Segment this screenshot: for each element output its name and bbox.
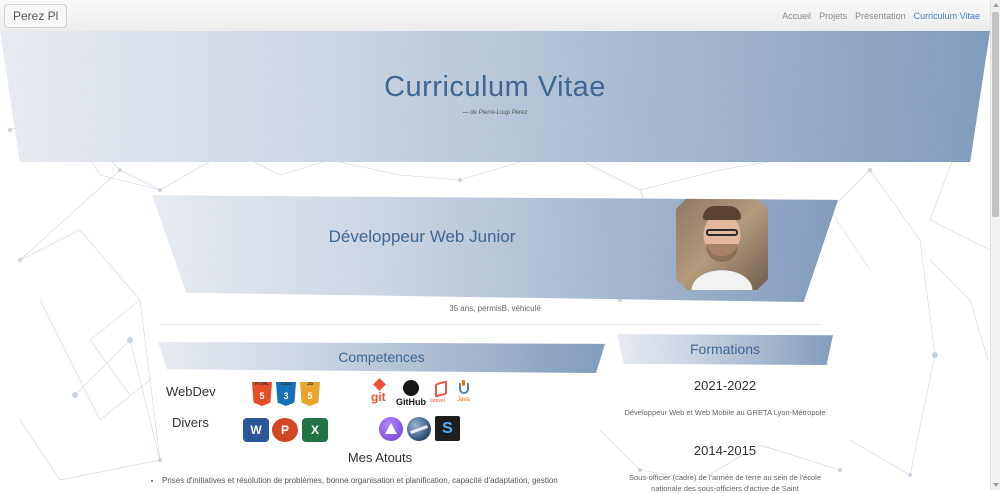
html5-icon: HTML 5: [252, 382, 272, 406]
formation-description: Sous-officier (cadre) de l'armée de terr…: [629, 473, 821, 493]
laravel-icon-text: laravel: [430, 398, 445, 404]
word-icon-text: W: [250, 423, 262, 437]
nav-link-presentation[interactable]: Présentation: [855, 11, 906, 21]
css3-icon-tag: CSS: [280, 381, 292, 387]
formation-year: 2021-2022: [693, 378, 757, 393]
photo-glasses: [706, 229, 738, 236]
competences-title: Competences: [338, 349, 425, 365]
github-icon: GitHub: [396, 380, 426, 408]
nav-link-curriculum-vitae[interactable]: Curriculum Vitae: [914, 11, 980, 21]
photo-hair: [703, 206, 741, 220]
atouts-list: Prises d'initiatives et résolution de pr…: [150, 476, 622, 485]
excel-icon: X: [302, 418, 328, 442]
css3-icon-text: 3: [283, 391, 289, 401]
git-icon: git: [370, 378, 390, 408]
profile-info: 35 ans, permisB, véhiculé: [449, 304, 541, 313]
js-icon: JS 5: [300, 382, 320, 406]
powerpoint-icon-text: P: [280, 423, 289, 437]
html5-icon-text: 5: [259, 391, 265, 401]
profile-photo: [676, 198, 768, 290]
sublime-text-icon-text: S: [442, 419, 453, 437]
job-title: Développeur Web Junior: [328, 227, 516, 246]
java-icon: Java: [456, 380, 472, 408]
java-icon-text: Java: [457, 397, 470, 403]
navbar: Perez Pl Accueil Projets Présentation Cu…: [0, 0, 990, 32]
page: Perez Pl Accueil Projets Présentation Cu…: [0, 0, 1000, 493]
page-subtitle: — de Pierre-Loup Perez: [462, 110, 528, 116]
formation-description: Développeur Web et Web Mobile au GRETA L…: [624, 408, 826, 417]
sublime-text-icon: S: [435, 416, 460, 441]
photo-beard: [706, 244, 738, 262]
js-icon-tag: JS: [306, 381, 314, 387]
eclipse-icon: [407, 417, 431, 441]
git-icon-text: git: [371, 390, 386, 404]
divers-label: Divers: [172, 415, 209, 430]
laravel-icon: laravel: [430, 380, 454, 408]
nav-link-projets[interactable]: Projets: [819, 11, 847, 21]
list-item: Prises d'initiatives et résolution de pr…: [162, 476, 622, 485]
page-title: Curriculum Vitae: [384, 71, 606, 103]
nav-links: Accueil Projets Présentation Curriculum …: [782, 0, 980, 31]
html5-icon-tag: HTML: [255, 381, 269, 387]
nav-link-accueil[interactable]: Accueil: [782, 11, 811, 21]
js-icon-text: 5: [307, 391, 313, 401]
webdev-label: WebDev: [166, 384, 216, 399]
hero-banner: Curriculum Vitae — de Pierre-Loup Perez: [0, 31, 990, 162]
github-icon-text: GitHub: [396, 397, 426, 407]
excel-icon-text: X: [310, 423, 319, 437]
formations-title: Formations: [689, 341, 761, 357]
formation-year: 2014-2015: [693, 443, 757, 458]
section-divider: [160, 324, 820, 325]
word-icon: W: [243, 418, 269, 442]
powerpoint-icon: P: [272, 418, 298, 442]
formations-banner: Formations: [617, 334, 833, 365]
atouts-title: Mes Atouts: [347, 450, 413, 465]
competences-banner: Competences: [158, 342, 605, 373]
affinity-icon: [379, 417, 403, 441]
brand-button[interactable]: Perez Pl: [4, 4, 68, 28]
css3-icon: CSS 3: [276, 382, 296, 406]
job-banner: Développeur Web Junior: [152, 195, 838, 302]
